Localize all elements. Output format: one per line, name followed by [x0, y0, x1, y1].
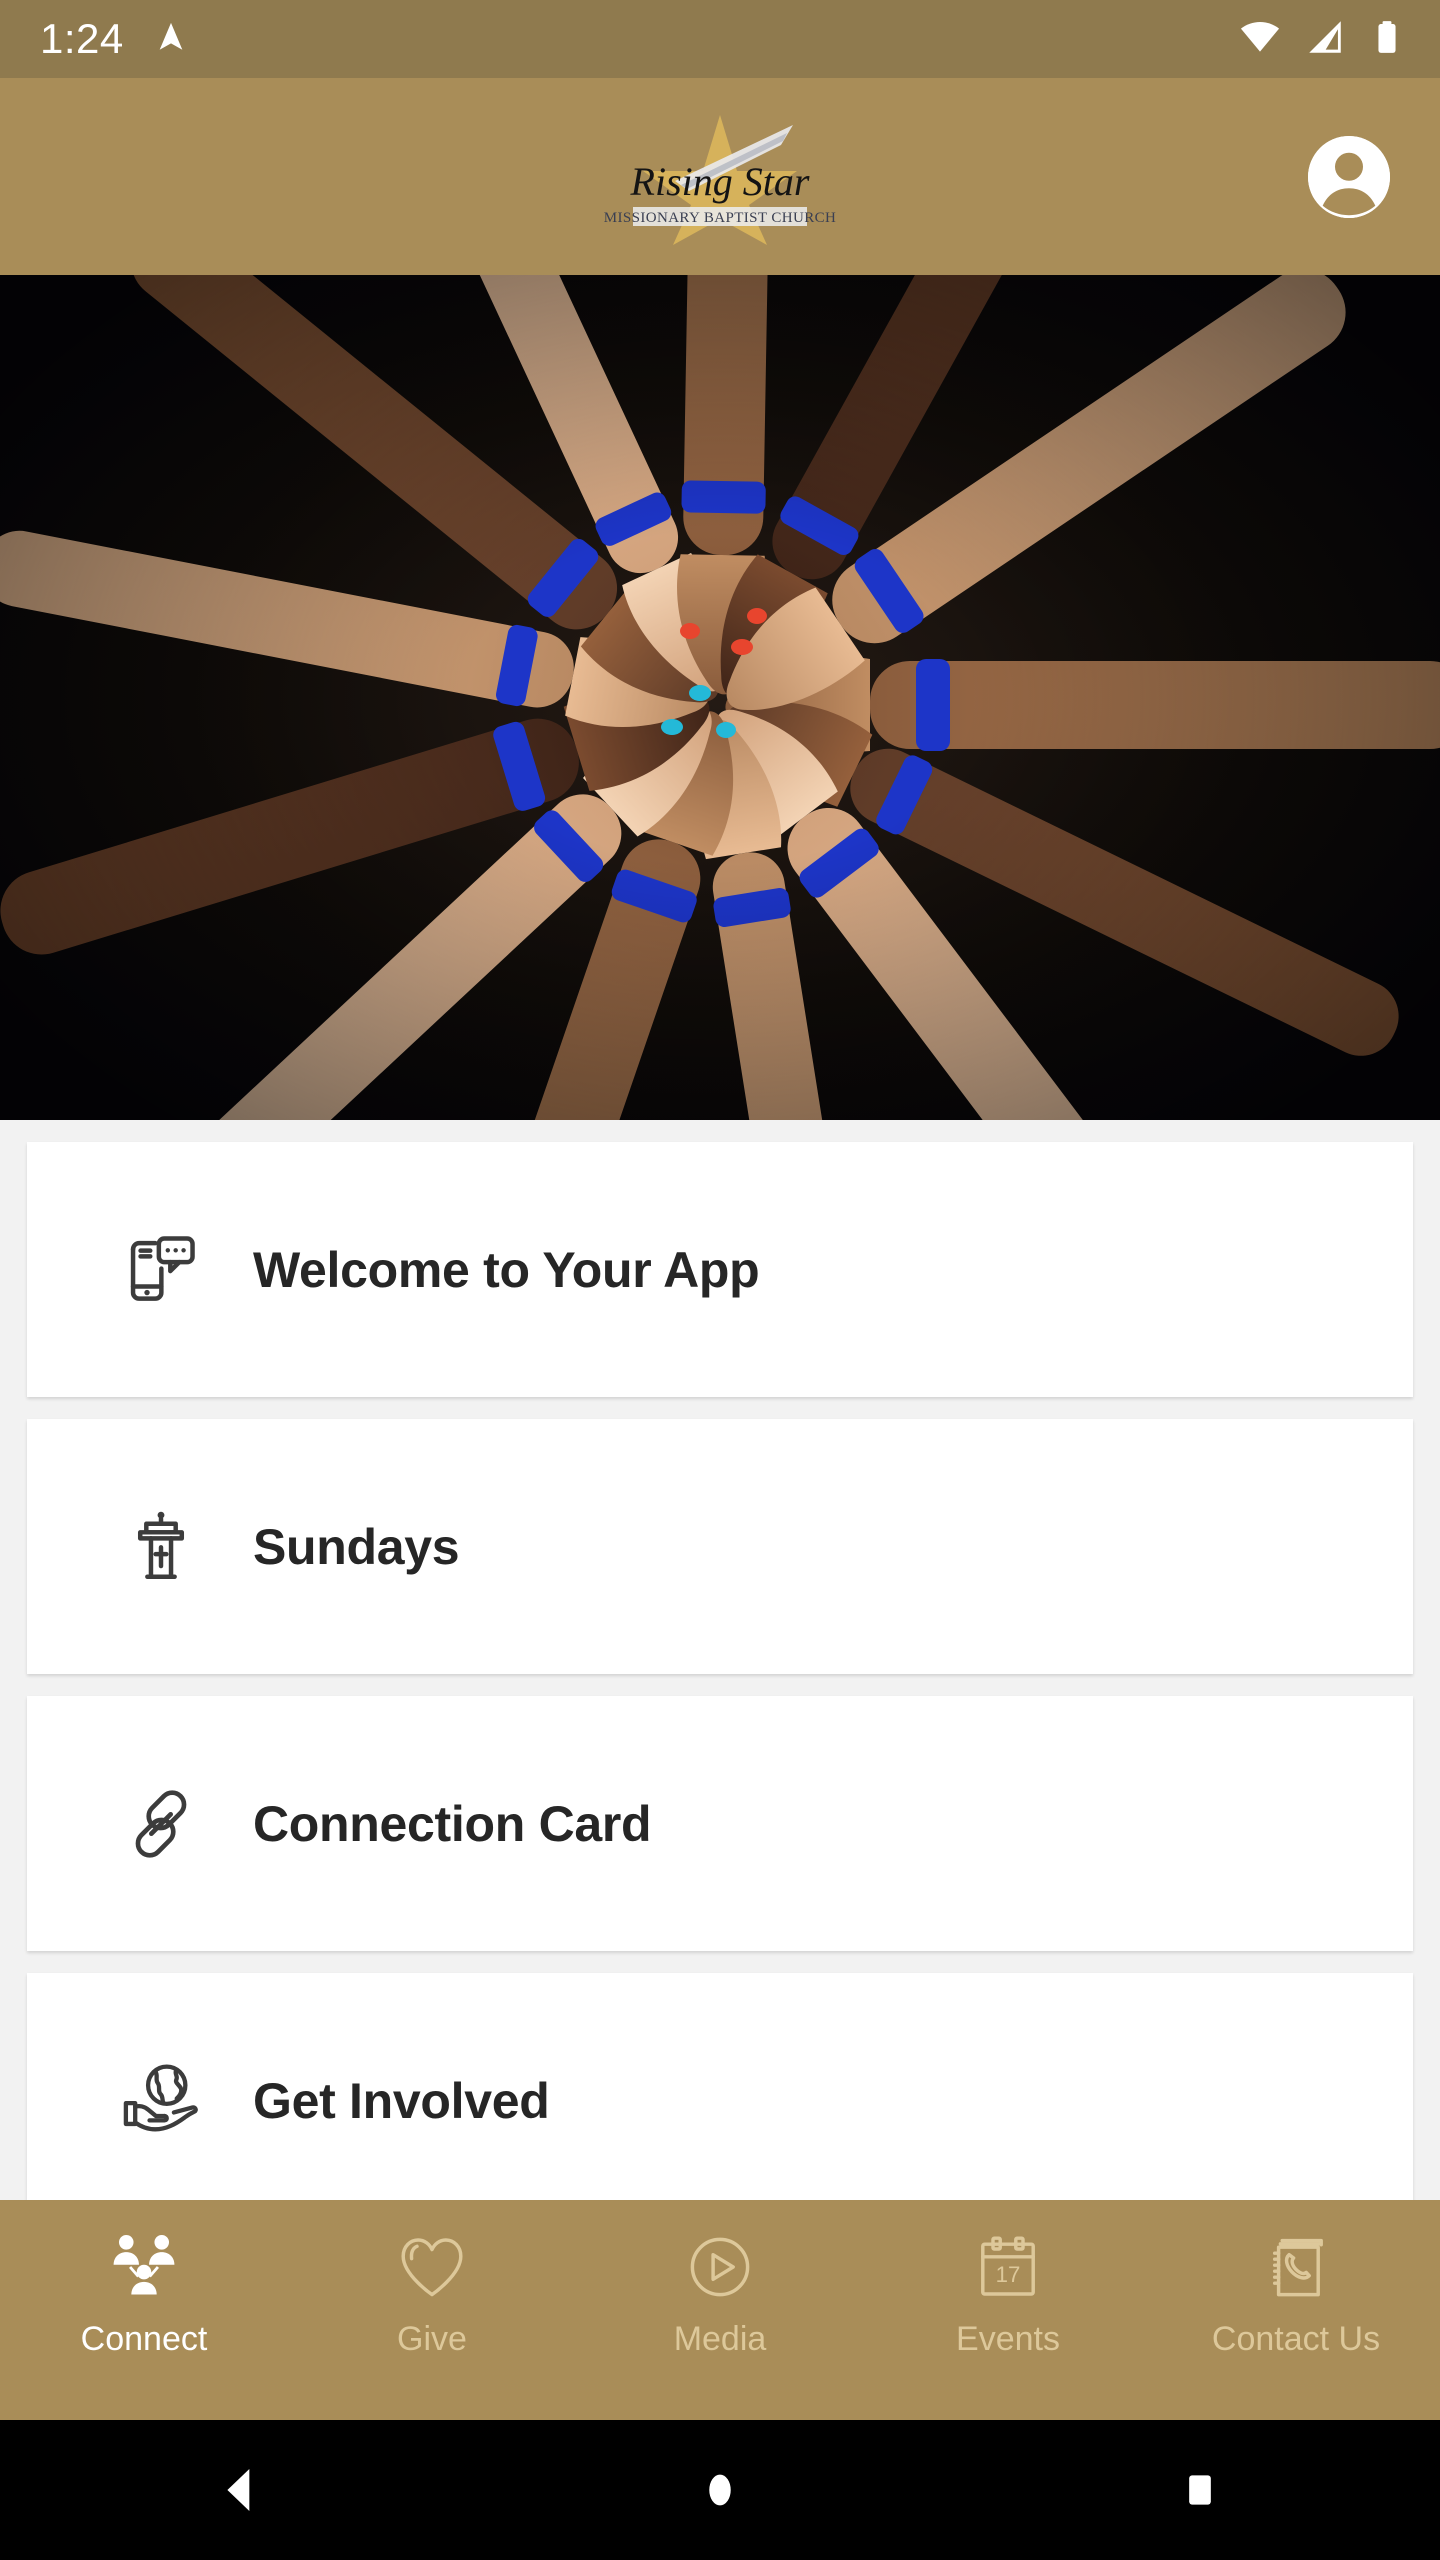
app-header: Rising Star MISSIONARY BAPTIST CHURCH Ri…	[0, 78, 1440, 275]
hand-globe-icon	[115, 2058, 207, 2144]
menu-list: Welcome to Your App Sundays Connection C…	[0, 1120, 1440, 2200]
wifi-icon	[1238, 15, 1282, 64]
menu-item-welcome[interactable]: Welcome to Your App	[27, 1142, 1413, 1397]
nav-item-label: Connect	[80, 2320, 208, 2358]
nav-item-events[interactable]: 17 Events	[864, 2200, 1152, 2420]
nav-item-label: Events	[956, 2320, 1060, 2358]
battery-full-icon	[1368, 18, 1406, 61]
chain-link-icon	[115, 1781, 207, 1867]
nav-item-label: Contact Us	[1211, 2320, 1381, 2358]
bottom-navigation: Connect Give Media 17 Events Contact Us	[0, 2200, 1440, 2420]
church-logo: Rising Star MISSIONARY BAPTIST CHURCH Ri…	[585, 107, 855, 247]
menu-item-sundays[interactable]: Sundays	[27, 1419, 1413, 1674]
play-circle-icon	[684, 2228, 756, 2306]
pulpit-cross-icon	[115, 1504, 207, 1590]
recents-square-icon[interactable]	[1140, 2420, 1260, 2560]
menu-item-get-involved[interactable]: Get Involved	[27, 1973, 1413, 2200]
android-system-navigation	[0, 2420, 1440, 2560]
home-circle-icon[interactable]	[660, 2420, 780, 2560]
hero-vignette	[0, 275, 1440, 1120]
svg-text:Rising Star: Rising Star	[630, 159, 810, 204]
status-bar-clock: 1:24	[40, 15, 124, 62]
svg-text:MISSIONARY BAPTIST CHURCH: MISSIONARY BAPTIST CHURCH	[604, 210, 837, 226]
menu-item-label: Welcome to Your App	[253, 1241, 760, 1298]
cellular-signal-icon	[1304, 16, 1346, 63]
menu-item-label: Connection Card	[253, 1795, 652, 1852]
calendar-icon: 17	[972, 2228, 1044, 2306]
status-bar-right	[1238, 15, 1406, 64]
heart-icon	[396, 2228, 468, 2306]
back-triangle-icon[interactable]	[180, 2420, 300, 2560]
nav-item-connect[interactable]: Connect	[0, 2200, 288, 2420]
menu-item-label: Get Involved	[253, 2072, 550, 2129]
status-bar: 1:24	[0, 0, 1440, 78]
account-avatar-icon[interactable]	[1308, 135, 1390, 218]
hero-image	[0, 275, 1440, 1120]
address-book-phone-icon	[1260, 2228, 1332, 2306]
nav-item-give[interactable]: Give	[288, 2200, 576, 2420]
people-group-icon	[106, 2228, 182, 2306]
nav-item-label: Give	[397, 2320, 467, 2358]
status-bar-left: 1:24	[40, 18, 188, 60]
nav-item-contact-us[interactable]: Contact Us	[1152, 2200, 1440, 2420]
menu-item-label: Sundays	[253, 1518, 460, 1575]
navigation-arrow-icon	[154, 20, 188, 59]
app-root: 1:24 Rising Star MISSIONARY BAPTIST CHUR…	[0, 0, 1440, 2560]
nav-item-label: Media	[673, 2320, 767, 2358]
calendar-day-number: 17	[996, 2262, 1021, 2287]
nav-item-media[interactable]: Media	[576, 2200, 864, 2420]
menu-item-connection-card[interactable]: Connection Card	[27, 1696, 1413, 1951]
phone-chat-icon	[115, 1227, 207, 1313]
